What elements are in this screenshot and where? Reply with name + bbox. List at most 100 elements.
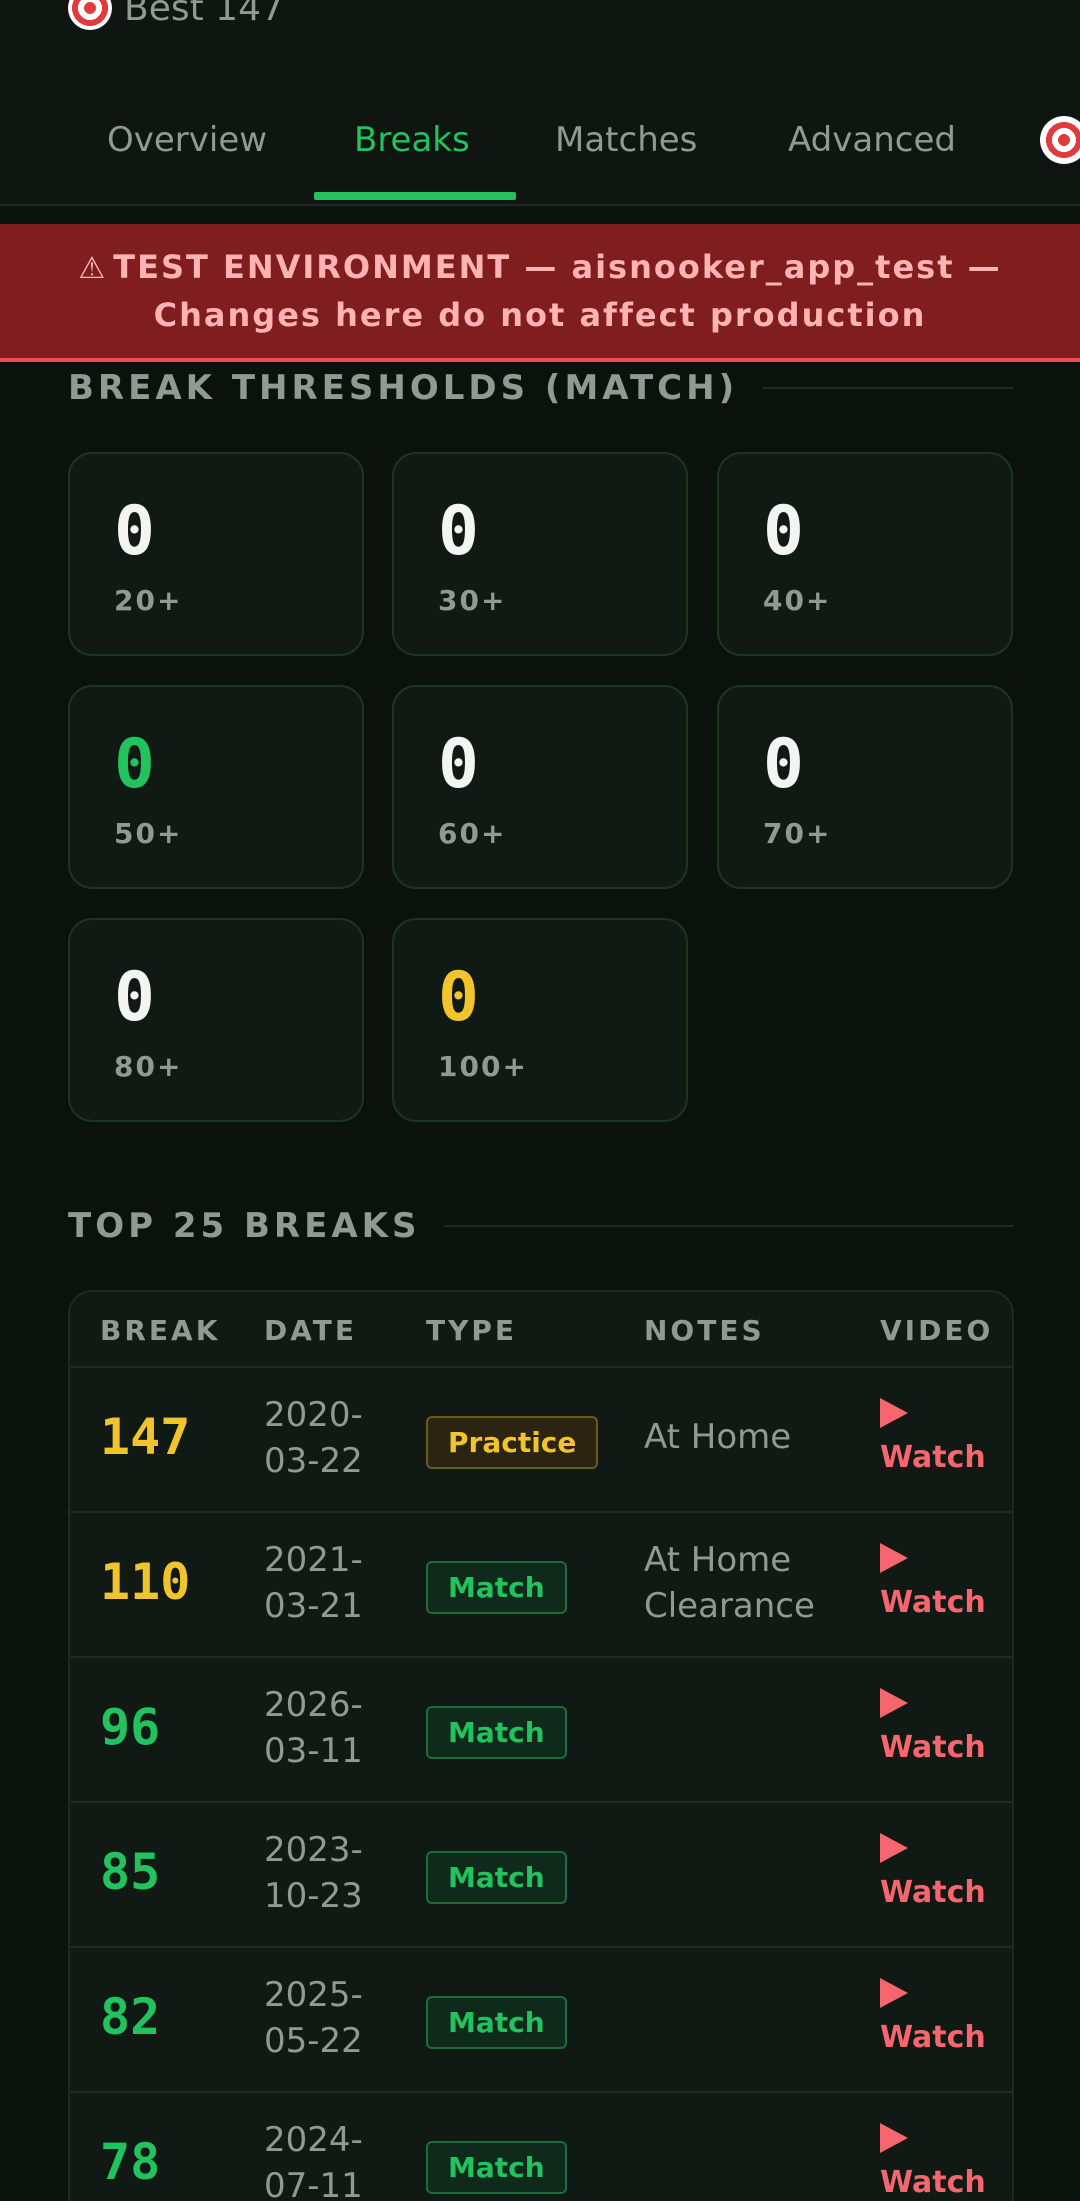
type-badge: Match	[426, 1706, 567, 1759]
threshold-label: 80+	[114, 1050, 183, 1083]
watch-video-link[interactable]: Watch	[880, 2123, 986, 2201]
threshold-count: 0	[438, 725, 479, 804]
break-date: 2026- 03-11	[264, 1682, 394, 1774]
date-line-2: 03-11	[264, 1731, 363, 1771]
app-header: Best 147 Overview Breaks Matches Advance…	[0, 0, 1080, 206]
table-row: 147 2020- 03-22 Practice At Home Watch	[70, 1368, 1012, 1513]
date-line-1: 2021-	[264, 1540, 363, 1580]
break-date: 2024- 07-11	[264, 2117, 394, 2201]
break-value: 85	[100, 1843, 161, 1901]
table-row: 82 2025- 05-22 Match Watch	[70, 1948, 1012, 2093]
break-notes: At Home	[644, 1414, 791, 1460]
column-header-date: DATE	[264, 1314, 357, 1347]
break-date: 2021- 03-21	[264, 1537, 394, 1629]
notes-line-1: At Home	[644, 1540, 792, 1580]
warning-icon: ⚠	[78, 251, 108, 286]
threshold-label: 20+	[114, 584, 183, 617]
threshold-label: 70+	[763, 817, 832, 850]
break-date: 2020- 03-22	[264, 1392, 394, 1484]
notes-line-1: At Home	[644, 1417, 792, 1457]
top-breaks-heading: TOP 25 BREAKS	[68, 1206, 1014, 1246]
date-line-2: 05-22	[264, 2021, 363, 2061]
notes-line-2: Clearance	[644, 1586, 815, 1626]
type-badge: Match	[426, 1561, 567, 1614]
threshold-card-80: 0 80+	[68, 918, 364, 1122]
date-line-1: 2020-	[264, 1395, 363, 1435]
banner-text-1: TEST ENVIRONMENT — aisnooker_app_test —	[113, 248, 1002, 286]
play-icon	[880, 1833, 908, 1863]
table-row: 85 2023- 10-23 Match Watch	[70, 1803, 1012, 1948]
threshold-label: 50+	[114, 817, 183, 850]
table-header: BREAK DATE TYPE NOTES VIDEO	[70, 1292, 1012, 1368]
active-tab-indicator	[314, 192, 516, 200]
play-icon	[880, 1688, 908, 1718]
break-value: 78	[100, 2133, 161, 2191]
banner-line-1: ⚠ TEST ENVIRONMENT — aisnooker_app_test —	[78, 244, 1001, 292]
break-notes: At Home Clearance	[644, 1537, 815, 1629]
date-line-1: 2024-	[264, 2120, 363, 2160]
date-line-1: 2025-	[264, 1975, 363, 2015]
watch-video-link[interactable]: Watch	[880, 1978, 986, 2058]
type-badge: Match	[426, 1851, 567, 1904]
break-value: 96	[100, 1698, 161, 1756]
watch-label: Watch	[880, 1875, 986, 1910]
target-icon	[68, 0, 112, 30]
watch-video-link[interactable]: Watch	[880, 1833, 986, 1913]
threshold-label: 100+	[438, 1050, 528, 1083]
date-line-1: 2026-	[264, 1685, 363, 1725]
section-divider	[762, 387, 1014, 389]
watch-label: Watch	[880, 2020, 986, 2055]
threshold-count: 0	[763, 492, 804, 571]
date-line-2: 10-23	[264, 1876, 363, 1916]
column-header-break: BREAK	[100, 1314, 221, 1347]
break-value: 82	[100, 1988, 161, 2046]
tab-target-icon[interactable]	[1040, 116, 1080, 164]
break-value: 110	[100, 1553, 191, 1611]
threshold-count: 0	[763, 725, 804, 804]
tab-advanced[interactable]: Advanced	[788, 120, 956, 160]
banner-line-2: Changes here do not affect production	[153, 296, 927, 334]
date-line-1: 2023-	[264, 1830, 363, 1870]
tab-bar: Overview Breaks Matches Advanced	[0, 110, 1080, 206]
date-line-2: 07-11	[264, 2166, 363, 2201]
threshold-card-20: 0 20+	[68, 452, 364, 656]
watch-label: Watch	[880, 2165, 986, 2200]
table-row: 110 2021- 03-21 Match At Home Clearance …	[70, 1513, 1012, 1658]
table-row: 78 2024- 07-11 Match Watch	[70, 2093, 1012, 2201]
type-badge: Practice	[426, 1416, 599, 1469]
test-environment-banner: ⚠ TEST ENVIRONMENT — aisnooker_app_test —…	[0, 224, 1080, 362]
watch-video-link[interactable]: Watch	[880, 1688, 986, 1768]
play-icon	[880, 1543, 908, 1573]
section-divider	[444, 1225, 1014, 1227]
column-header-video: VIDEO	[880, 1314, 994, 1347]
tab-matches[interactable]: Matches	[555, 120, 697, 160]
break-thresholds-title: BREAK THRESHOLDS (MATCH)	[68, 368, 739, 408]
threshold-card-60: 0 60+	[392, 685, 688, 889]
tab-breaks[interactable]: Breaks	[354, 120, 470, 160]
threshold-card-100: 0 100+	[392, 918, 688, 1122]
play-icon	[880, 1978, 908, 2008]
break-date: 2023- 10-23	[264, 1827, 394, 1919]
top-breaks-title: TOP 25 BREAKS	[68, 1206, 421, 1246]
threshold-count: 0	[114, 725, 155, 804]
date-line-2: 03-21	[264, 1586, 363, 1626]
threshold-count: 0	[114, 958, 155, 1037]
break-value: 147	[100, 1408, 191, 1466]
threshold-count: 0	[438, 492, 479, 571]
tab-overview[interactable]: Overview	[107, 120, 267, 160]
threshold-label: 60+	[438, 817, 507, 850]
watch-video-link[interactable]: Watch	[880, 1543, 986, 1623]
watch-label: Watch	[880, 1585, 986, 1620]
threshold-count: 0	[114, 492, 155, 571]
play-icon	[880, 2123, 908, 2153]
best-break-label: Best 147	[124, 0, 284, 29]
break-thresholds-heading: BREAK THRESHOLDS (MATCH)	[68, 368, 1014, 408]
threshold-label: 40+	[763, 584, 832, 617]
best-break-summary: Best 147	[68, 0, 284, 30]
watch-label: Watch	[880, 1730, 986, 1765]
table-row: 96 2026- 03-11 Match Watch	[70, 1658, 1012, 1803]
watch-video-link[interactable]: Watch	[880, 1398, 986, 1478]
break-date: 2025- 05-22	[264, 1972, 394, 2064]
top-breaks-table: BREAK DATE TYPE NOTES VIDEO 147 2020- 03…	[68, 1290, 1014, 2201]
play-icon	[880, 1398, 908, 1428]
